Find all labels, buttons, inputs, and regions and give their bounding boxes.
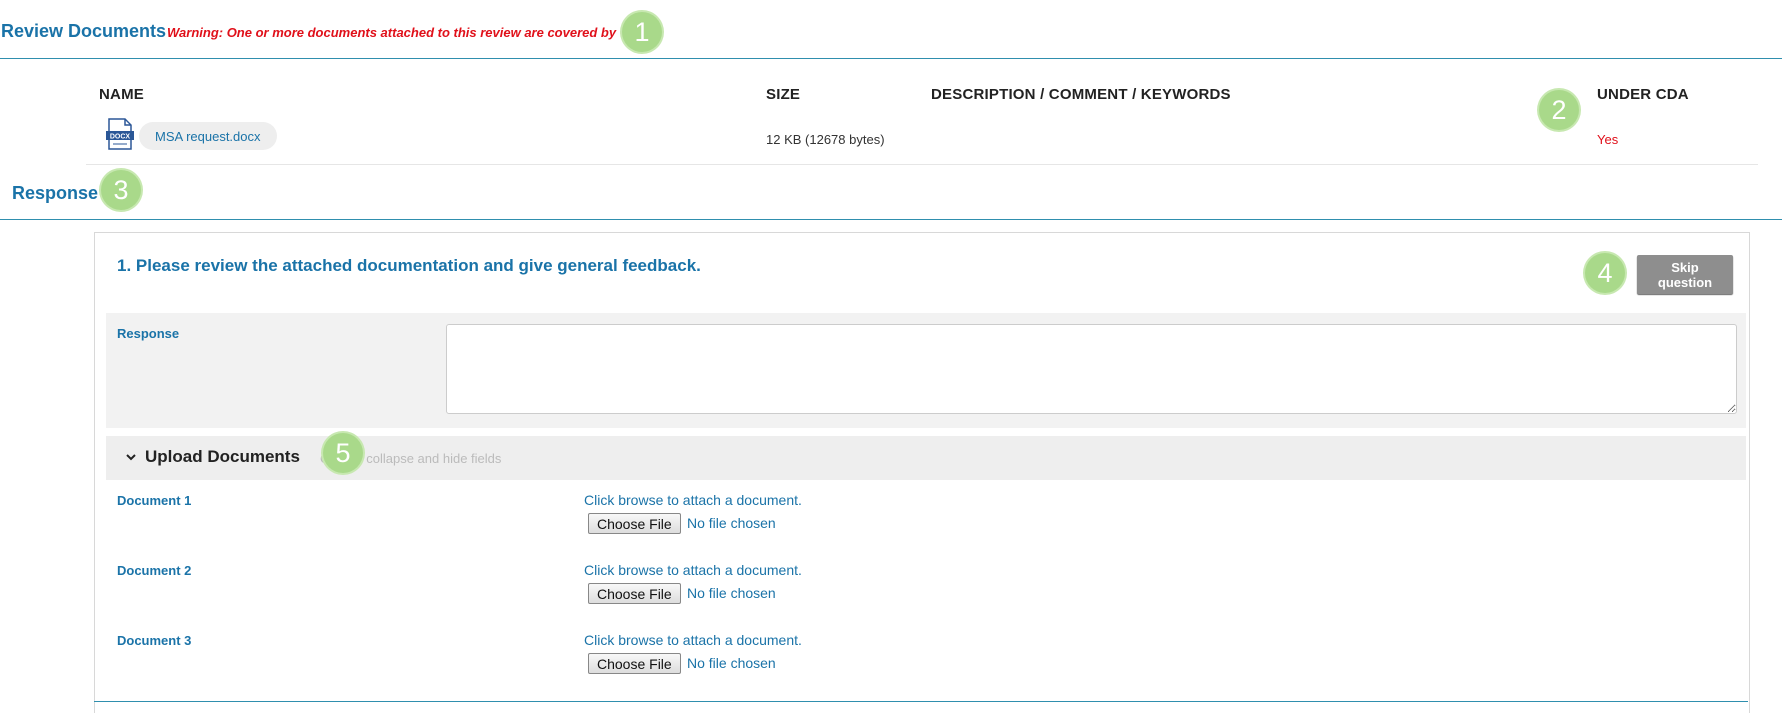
response-label: Response	[117, 326, 180, 341]
callout-marker-5: 5	[323, 433, 363, 473]
document-2-choose-file-button[interactable]: Choose File	[588, 583, 681, 604]
response-textarea[interactable]	[446, 324, 1737, 414]
document-2-label: Document 2	[117, 563, 192, 578]
document-1-label: Document 1	[117, 493, 192, 508]
response-section-title: Response	[12, 183, 99, 203]
document-1-hint: Click browse to attach a document.	[584, 492, 802, 508]
skip-question-button[interactable]: Skip question	[1637, 255, 1733, 294]
callout-marker-4: 4	[1585, 253, 1625, 293]
panel-bottom-divider	[94, 701, 1748, 702]
under-cda-value: Yes	[1597, 132, 1619, 147]
document-3-hint: Click browse to attach a document.	[584, 632, 802, 648]
document-3-file-status: No file chosen	[687, 655, 776, 671]
col-header-size: SIZE	[766, 86, 801, 103]
col-header-name: NAME	[99, 86, 144, 103]
callout-marker-2: 2	[1539, 90, 1579, 130]
docx-icon-graphic: DOCX	[106, 118, 134, 150]
document-2-hint: Click browse to attach a document.	[584, 562, 802, 578]
document-2-file-status: No file chosen	[687, 585, 776, 601]
document-1-file-status: No file chosen	[687, 515, 776, 531]
question-text: 1. Please review the attached documentat…	[117, 256, 701, 275]
docx-file-icon: DOCX	[106, 118, 134, 150]
document-3-label: Document 3	[117, 633, 192, 648]
callout-marker-1: 1	[622, 12, 662, 52]
document-1-choose-file-button[interactable]: Choose File	[588, 513, 681, 534]
response-divider	[0, 219, 1782, 220]
document-3-choose-file-button[interactable]: Choose File	[588, 653, 681, 674]
upload-documents-title[interactable]: Upload Documents	[145, 447, 300, 467]
review-divider	[0, 58, 1782, 59]
review-documents-title: Review Documents	[1, 21, 167, 41]
document-size: 12 KB (12678 bytes)	[766, 132, 885, 147]
docx-icon-label: DOCX	[110, 134, 131, 141]
callout-marker-3: 3	[101, 170, 141, 210]
cda-warning-text: Warning: One or more documents attached …	[167, 25, 652, 40]
chevron-down-icon[interactable]	[124, 450, 138, 464]
document-link-msa-request[interactable]: MSA request.docx	[139, 122, 277, 150]
col-header-description: DESCRIPTION / COMMENT / KEYWORDS	[931, 86, 1231, 103]
chevron-down-icon-graphic	[126, 454, 136, 461]
table-row-divider	[86, 164, 1758, 165]
col-header-under-cda: UNDER CDA	[1597, 86, 1689, 103]
